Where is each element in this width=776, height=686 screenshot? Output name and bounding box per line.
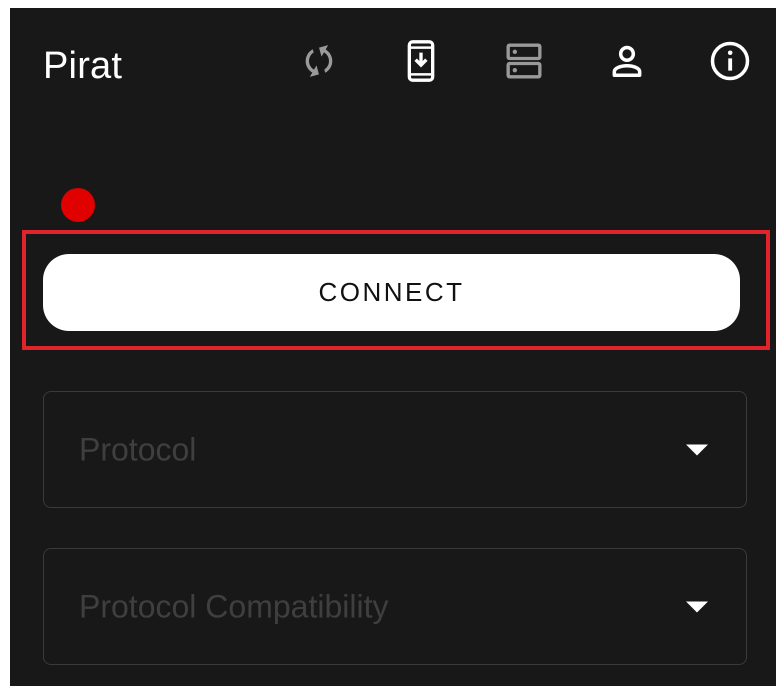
dropdown-arrow-icon <box>686 444 708 455</box>
dropdown-arrow-icon <box>686 601 708 612</box>
person-icon[interactable] <box>605 39 649 83</box>
connect-button[interactable]: CONNECT <box>43 254 740 331</box>
app-window: Pirat CONNECT Protocol Protocol Compatib… <box>10 8 776 686</box>
sync-icon[interactable] <box>297 39 341 83</box>
server-icon[interactable] <box>502 39 546 83</box>
protocol-select-label: Protocol <box>79 431 197 467</box>
connection-status-indicator <box>61 188 95 222</box>
phone-download-icon[interactable] <box>399 39 443 83</box>
app-toolbar: Pirat <box>10 8 776 126</box>
protocol-compatibility-select[interactable]: Protocol Compatibility <box>43 548 747 665</box>
protocol-compatibility-select-label: Protocol Compatibility <box>79 588 389 624</box>
protocol-select[interactable]: Protocol <box>43 391 747 508</box>
app-title: Pirat <box>43 45 123 87</box>
info-icon[interactable] <box>708 39 752 83</box>
